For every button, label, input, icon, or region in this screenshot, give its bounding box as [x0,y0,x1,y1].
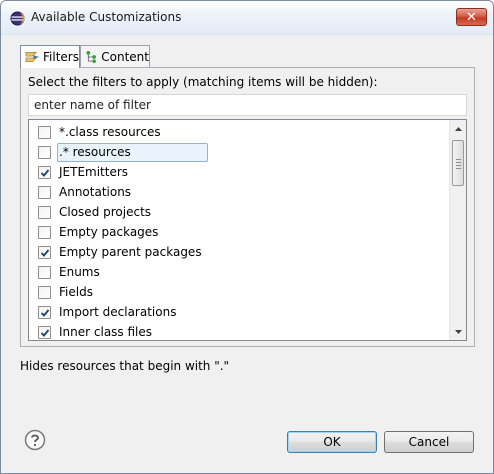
help-icon[interactable] [24,429,46,451]
filter-checkbox[interactable] [38,166,51,179]
filter-list-item[interactable]: Empty parent packages [29,242,449,262]
eclipse-icon [10,11,25,26]
filter-icon [25,51,40,63]
filter-list-item[interactable]: Closed projects [29,202,449,222]
filter-label: Inner class files [59,325,153,339]
filter-description: Hides resources that begin with "." [20,359,230,373]
filter-checkbox[interactable] [38,326,51,339]
checkmark-icon [40,308,49,317]
filter-list-item[interactable]: Empty packages [29,222,449,242]
checkmark-icon [40,248,49,257]
filter-checkbox[interactable] [38,246,51,259]
scroll-up-arrow-icon[interactable] [450,120,466,137]
filter-label: Enums [59,265,100,279]
filter-list-item[interactable]: Fields [29,282,449,302]
filter-checkbox[interactable] [38,126,51,139]
filter-label: Import declarations [59,305,177,319]
filter-checkbox[interactable] [38,306,51,319]
filter-checkbox[interactable] [38,206,51,219]
filter-label: Fields [59,285,93,299]
filter-checkbox[interactable] [38,286,51,299]
filter-checkbox[interactable] [38,146,51,159]
scrollbar-thumb[interactable] [452,140,464,186]
filter-checkbox[interactable] [38,226,51,239]
filter-list[interactable]: *.class resources .* resources JETEmitte… [28,119,467,341]
filter-label: Empty packages [59,225,159,239]
filter-search-input[interactable] [28,94,467,116]
tab-content-label: Content [101,49,149,64]
close-icon: ✕ [466,9,477,25]
cancel-button[interactable]: Cancel [384,431,474,453]
filter-label: JETEmitters [59,165,129,179]
filter-list-item[interactable]: .* resources [29,142,449,162]
title-bar[interactable]: Available Customizations ✕ [1,1,493,35]
tab-filters-label: Filters [43,50,79,64]
checkmark-icon [40,328,49,337]
filter-list-item[interactable]: *.class resources [29,122,449,142]
filter-label: Annotations [59,185,132,199]
filter-checkbox[interactable] [38,266,51,279]
dialog-window: Available Customizations ✕ Filters Conte… [0,0,494,474]
filters-instruction: Select the filters to apply (matching it… [28,75,378,89]
content-tree-icon [86,50,96,63]
filter-checkbox[interactable] [38,186,51,199]
filter-label: Empty parent packages [59,245,202,259]
scroll-down-arrow-icon[interactable] [450,323,466,340]
checkmark-icon [40,168,49,177]
filter-list-item[interactable]: Import declarations [29,302,449,322]
filter-label: Closed projects [59,205,152,219]
filter-label: .* resources [57,143,208,162]
tab-content[interactable]: Content [80,45,150,67]
filter-list-item[interactable]: Annotations [29,182,449,202]
filter-list-item[interactable]: Inner class files [29,322,449,340]
filter-list-item[interactable]: JETEmitters [29,162,449,182]
ok-button[interactable]: OK [287,431,377,453]
dialog-title: Available Customizations [31,10,182,24]
filter-label: *.class resources [59,125,161,139]
vertical-scrollbar[interactable] [449,120,466,340]
close-button[interactable]: ✕ [456,8,487,26]
filter-list-item[interactable]: Enums [29,262,449,282]
tab-filters[interactable]: Filters [20,45,80,68]
